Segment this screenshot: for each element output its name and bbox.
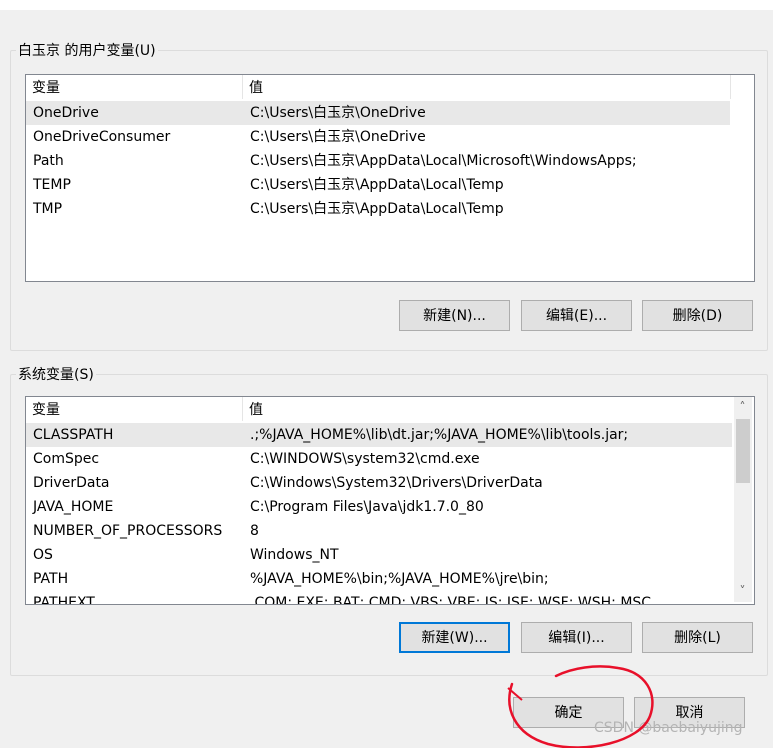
column-header-variable[interactable]: 变量 (26, 75, 242, 99)
list-item[interactable]: JAVA_HOME C:\Program Files\Java\jdk1.7.0_… (26, 495, 732, 519)
list-item[interactable]: TEMP C:\Users\白玉京\AppData\Local\Temp (26, 173, 730, 197)
list-item[interactable]: CLASSPATH .;%JAVA_HOME%\lib\dt.jar;%JAVA_… (26, 423, 732, 447)
variable-name: JAVA_HOME (33, 499, 114, 515)
user-delete-button[interactable]: 删除(D) (642, 300, 753, 331)
user-edit-button[interactable]: 编辑(E)... (521, 300, 632, 331)
scroll-up-arrow-icon[interactable]: ˄ (734, 399, 751, 416)
system-list-scrollbar[interactable]: ˄ ˅ (734, 397, 752, 602)
variable-value: 8 (250, 523, 259, 539)
window-top-edge (0, 0, 773, 10)
variable-name: OneDrive (33, 105, 99, 121)
column-separator[interactable] (730, 75, 731, 99)
list-item[interactable]: DriverData C:\Windows\System32\Drivers\Dr… (26, 471, 732, 495)
variable-value: C:\WINDOWS\system32\cmd.exe (250, 451, 480, 467)
user-variables-title: 白玉京 的用户变量(U) (16, 43, 158, 59)
system-delete-button[interactable]: 删除(L) (642, 622, 753, 653)
variable-name: CLASSPATH (33, 427, 114, 443)
list-item[interactable]: OneDrive C:\Users\白玉京\OneDrive (26, 101, 730, 125)
variable-value: C:\Users\白玉京\OneDrive (250, 105, 426, 121)
annotation-stroke (508, 665, 654, 748)
variable-name: OS (33, 547, 53, 563)
list-item[interactable]: PATHEXT .COM;.EXE;.BAT;.CMD;.VBS;.VBE;.JS… (26, 591, 732, 605)
variable-value: C:\Users\白玉京\AppData\Local\Temp (250, 201, 504, 217)
variable-value: C:\Users\白玉京\OneDrive (250, 129, 426, 145)
user-list-header: 变量 值 (26, 75, 754, 99)
user-variables-list[interactable]: 变量 值 OneDrive C:\Users\白玉京\OneDrive OneDri… (25, 74, 755, 282)
user-new-button[interactable]: 新建(N)... (399, 300, 510, 331)
system-variables-title: 系统变量(S) (16, 367, 96, 383)
column-header-value[interactable]: 值 (243, 397, 730, 421)
system-new-button[interactable]: 新建(W)... (399, 622, 510, 653)
variable-value: .;%JAVA_HOME%\lib\dt.jar;%JAVA_HOME%\lib… (250, 427, 629, 443)
variable-value: C:\Program Files\Java\jdk1.7.0_80 (250, 499, 484, 515)
variable-name: OneDriveConsumer (33, 129, 171, 145)
list-item[interactable]: OneDriveConsumer C:\Users\白玉京\OneDrive (26, 125, 730, 149)
red-annotation-circle (507, 665, 654, 748)
variable-value: %JAVA_HOME%\bin;%JAVA_HOME%\jre\bin; (250, 571, 549, 587)
variable-value: C:\Users\白玉京\AppData\Local\Microsoft\Win… (250, 153, 637, 169)
system-list-header: 变量 值 (26, 397, 736, 421)
system-edit-button[interactable]: 编辑(I)... (521, 622, 632, 653)
list-item[interactable]: Path C:\Users\白玉京\AppData\Local\Microsoft… (26, 149, 730, 173)
list-item[interactable]: PATH %JAVA_HOME%\bin;%JAVA_HOME%\jre\bin; (26, 567, 732, 591)
variable-name: TEMP (33, 177, 71, 193)
variable-value: C:\Windows\System32\Drivers\DriverData (250, 475, 543, 491)
list-item[interactable]: ComSpec C:\WINDOWS\system32\cmd.exe (26, 447, 732, 471)
variable-value: C:\Users\白玉京\AppData\Local\Temp (250, 177, 504, 193)
variable-name: NUMBER_OF_PROCESSORS (33, 523, 223, 539)
variable-name: PATH (33, 571, 69, 587)
system-variables-list[interactable]: 变量 值 CLASSPATH .;%JAVA_HOME%\lib\dt.jar;%… (25, 396, 755, 605)
variable-name: TMP (33, 201, 63, 217)
variable-name: Path (33, 153, 64, 169)
variable-value: .COM;.EXE;.BAT;.CMD;.VBS;.VBE;.JS;.JSE;.… (250, 595, 652, 605)
column-header-value[interactable]: 值 (243, 75, 730, 99)
scroll-down-arrow-icon[interactable]: ˅ (734, 583, 751, 600)
list-item[interactable]: NUMBER_OF_PROCESSORS 8 (26, 519, 732, 543)
scrollbar-thumb[interactable] (736, 419, 750, 483)
variable-name: DriverData (33, 475, 110, 491)
list-item[interactable]: TMP C:\Users\白玉京\AppData\Local\Temp (26, 197, 730, 221)
column-header-variable[interactable]: 变量 (26, 397, 242, 421)
variable-name: PATHEXT (33, 595, 95, 605)
variable-name: ComSpec (33, 451, 100, 467)
variable-value: Windows_NT (250, 547, 339, 563)
list-item[interactable]: OS Windows_NT (26, 543, 732, 567)
